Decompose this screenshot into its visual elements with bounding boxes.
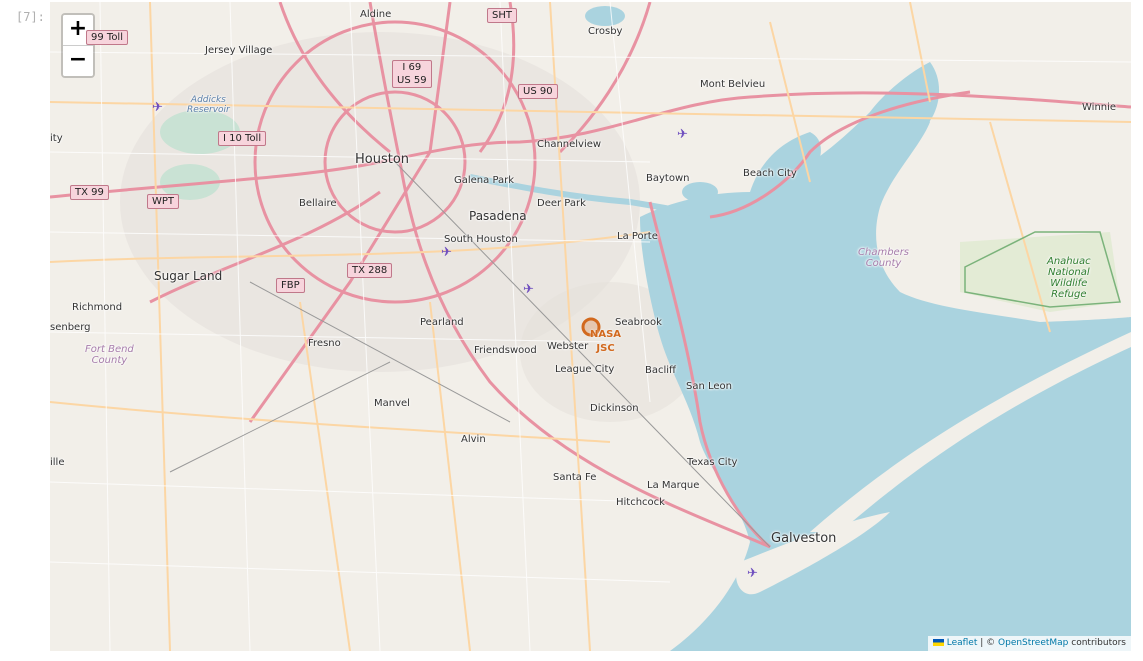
place-league-city: League City — [555, 364, 615, 375]
marker-label-nasa-jsc: NASA JSC — [590, 329, 622, 354]
place-hitchcock: Hitchcock — [616, 497, 665, 508]
place-sugar-land: Sugar Land — [154, 269, 223, 283]
place-la-marque: La Marque — [647, 480, 700, 491]
place-alvin: Alvin — [461, 434, 486, 445]
shield-i69-us59: I 69 US 59 — [392, 60, 432, 88]
airplane-icon: ✈ — [677, 127, 688, 142]
ukraine-flag-icon — [932, 639, 944, 646]
airplane-icon: ✈ — [747, 566, 758, 581]
place-aldine: Aldine — [360, 9, 392, 20]
place-baytown: Baytown — [646, 173, 690, 184]
airplane-icon: ✈ — [152, 100, 163, 115]
place-deer-park: Deer Park — [537, 198, 586, 209]
place-santa-fe: Santa Fe — [553, 472, 597, 483]
region-anahuac-refuge: Anahuac National Wildlife Refuge — [1047, 256, 1091, 300]
shield-tx288: TX 288 — [347, 263, 393, 278]
place-bellaire: Bellaire — [299, 198, 337, 209]
place-beach-city: Beach City — [743, 168, 797, 179]
place-rosenberg: senberg — [50, 322, 91, 333]
region-fort-bend-county: Fort Bend County — [85, 344, 134, 366]
map-attribution: Leaflet | © OpenStreetMap contributors — [927, 636, 1131, 651]
cell-prompt: [7]: — [16, 10, 45, 24]
place-channelview: Channelview — [537, 139, 602, 150]
place-webster: Webster — [547, 341, 589, 352]
place-jersey-village: Jersey Village — [205, 45, 273, 56]
region-addicks-reservoir: Addicks Reservoir — [187, 95, 230, 115]
place-south-houston: South Houston — [444, 234, 518, 245]
zoom-control: + − — [61, 13, 95, 78]
zoom-out-button[interactable]: − — [63, 46, 93, 76]
place-mont-belvieu: Mont Belvieu — [700, 79, 766, 90]
shield-wpt: WPT — [147, 194, 180, 209]
place-ville-left-edge: ille — [50, 457, 65, 468]
place-city-left-edge: ity — [50, 133, 63, 144]
shield-i10-toll: I 10 Toll — [218, 131, 267, 146]
place-houston: Houston — [355, 152, 410, 167]
place-bacliff: Bacliff — [645, 365, 676, 376]
place-san-leon: San Leon — [686, 381, 732, 392]
place-manvel: Manvel — [374, 398, 410, 409]
place-texas-city: Texas City — [687, 457, 738, 468]
place-dickinson: Dickinson — [590, 403, 639, 414]
place-fresno: Fresno — [308, 338, 341, 349]
region-chambers-county: Chambers County — [858, 247, 910, 269]
place-galveston: Galveston — [771, 531, 837, 546]
shield-us90: US 90 — [518, 84, 558, 99]
place-crosby: Crosby — [588, 26, 623, 37]
place-pearland: Pearland — [420, 317, 464, 328]
place-richmond: Richmond — [72, 302, 123, 313]
attribution-contributors: contributors — [1068, 638, 1126, 648]
attribution-separator: | © — [977, 638, 999, 648]
shield-tx99: TX 99 — [70, 185, 109, 200]
osm-link[interactable]: OpenStreetMap — [998, 638, 1068, 648]
place-la-porte: La Porte — [617, 231, 658, 242]
shield-fbp: FBP — [276, 278, 305, 293]
shield-99-toll: 99 Toll — [86, 30, 128, 45]
airplane-icon: ✈ — [523, 282, 534, 297]
shield-sht: SHT — [487, 8, 517, 23]
airplane-icon: ✈ — [441, 245, 452, 260]
place-seabrook: Seabrook — [615, 317, 662, 328]
place-friendswood: Friendswood — [474, 345, 537, 356]
map-container[interactable]: + − 99 Toll SHT I 69 US 59 US 90 I 10 To… — [50, 2, 1131, 651]
leaflet-link[interactable]: Leaflet — [947, 638, 978, 648]
place-pasadena: Pasadena — [469, 209, 527, 223]
place-winnie: Winnie — [1082, 102, 1117, 113]
place-galena-park: Galena Park — [454, 175, 515, 186]
